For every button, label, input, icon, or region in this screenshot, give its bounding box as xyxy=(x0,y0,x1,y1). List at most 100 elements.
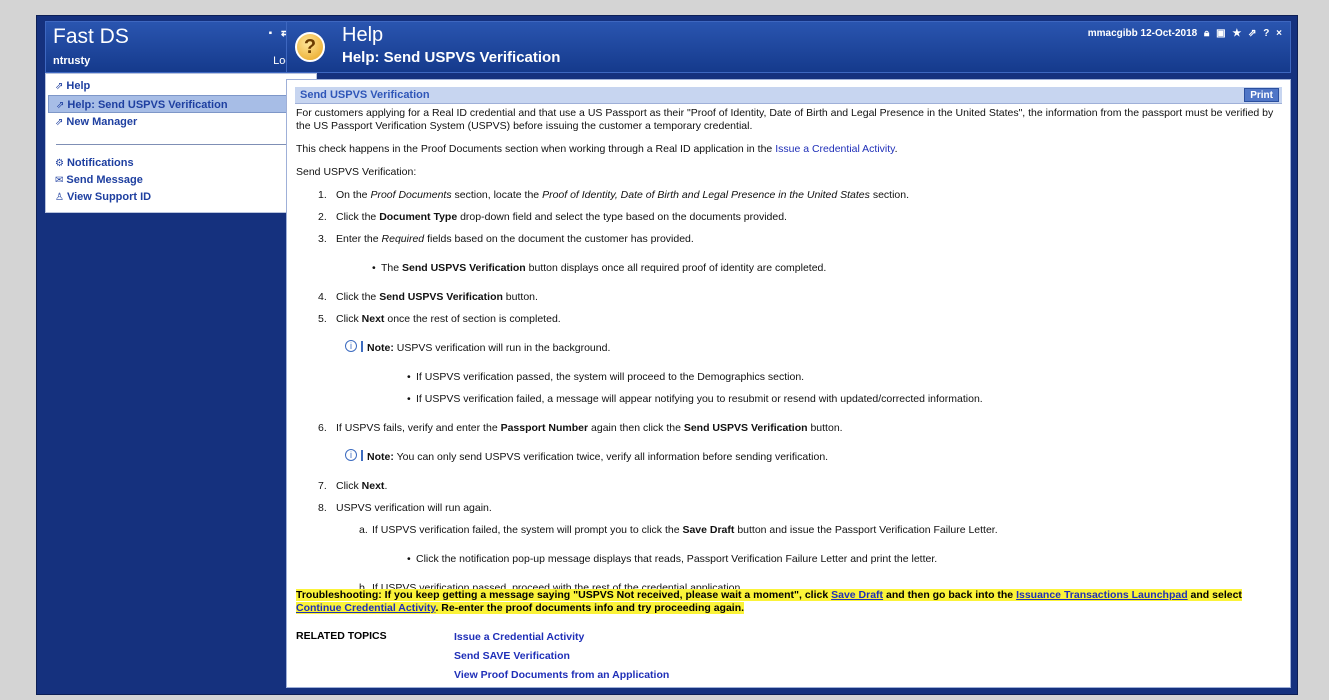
section-title: Send USPVS Verification xyxy=(300,89,430,101)
text: If USPVS fails, verify and enter the xyxy=(336,422,501,434)
step-1: 1. On the Proof Documents section, locate… xyxy=(318,189,910,201)
check-paragraph: This check happens in the Proof Document… xyxy=(296,143,1278,156)
text: button. xyxy=(807,422,843,434)
user-icon: ♙ xyxy=(55,192,64,203)
text: Save Draft xyxy=(682,524,735,536)
procedure-heading: Send USPVS Verification: xyxy=(296,166,417,178)
notifications-icon: ⚙ xyxy=(55,158,64,169)
text: Proof Documents xyxy=(370,189,452,201)
text: Document Type xyxy=(379,211,458,223)
note-1: i Note: USPVS verification will run in th… xyxy=(296,340,1278,355)
step-2: 2. Click the Document Type drop-down fiel… xyxy=(318,211,787,223)
text: section, locate the xyxy=(451,189,543,201)
step-5: 5. Click Next once the rest of section is… xyxy=(318,313,561,325)
bullet-notification: Click the notification pop-up message di… xyxy=(296,553,1278,566)
substep-a: a. If USPVS verification failed, the syst… xyxy=(359,524,998,536)
related-link-view-proof[interactable]: View Proof Documents from an Application xyxy=(454,669,669,681)
help-body: For customers applying for a Real ID cre… xyxy=(287,104,1290,595)
issue-credential-link[interactable]: Issue a Credential Activity xyxy=(775,143,894,155)
page-subtitle: Help: Send USPVS Verification xyxy=(342,49,561,66)
info-icon: i xyxy=(345,340,357,352)
text: USPVS verification will run in the backg… xyxy=(393,342,611,354)
step-7: 7. Click Next. xyxy=(318,480,388,492)
note-2: i Note: You can only send USPVS verificat… xyxy=(296,449,1278,464)
text: button and issue the Passport Verificati… xyxy=(734,524,998,536)
app-frame: Fast DS ▪ ⇄ × ntrusty Log Off ⇗Help × ⇗H… xyxy=(36,15,1298,695)
text: The xyxy=(381,262,403,274)
sidebar-item-send-message[interactable]: ✉ Send Message xyxy=(48,172,314,189)
text: . Re-enter the proof documents info and … xyxy=(435,602,745,614)
sidebar-item-label: View Support ID xyxy=(66,191,152,203)
help-question-icon: ? xyxy=(295,32,325,62)
username: ntrusty xyxy=(53,55,91,67)
text: Note: xyxy=(367,451,394,463)
text: Send USPVS Verification xyxy=(683,422,808,434)
sidebar-header: Fast DS ▪ ⇄ × ntrusty Log Off xyxy=(45,21,317,73)
sidebar-item-label: Notifications xyxy=(66,157,134,169)
text: again then click the xyxy=(588,422,684,434)
step-4: 4. Click the Send USPVS Verification butt… xyxy=(318,291,538,303)
text: Next xyxy=(361,480,385,492)
section-bar: Send USPVS Verification Print xyxy=(295,87,1282,104)
text: fields based on the document the custome… xyxy=(424,233,694,245)
help-icon[interactable]: ? xyxy=(1263,28,1269,39)
related-link-issue-credential[interactable]: Issue a Credential Activity xyxy=(454,631,584,643)
open-window-icon: ⇗ xyxy=(55,117,64,128)
open-window-icon: ⇗ xyxy=(55,81,64,92)
text: . xyxy=(384,480,388,492)
envelope-icon: ✉ xyxy=(55,175,64,186)
sidebar-item-view-support-id[interactable]: ♙ View Support ID xyxy=(48,189,314,206)
issuance-launchpad-link[interactable]: Issuance Transactions Launchpad xyxy=(1016,589,1188,601)
help-content: Send USPVS Verification Print For custom… xyxy=(286,79,1291,688)
header-toolbar: mmacgibb 12-Oct-2018 🔒︎ ▣ ★ ⇗ ? × xyxy=(1084,28,1282,39)
star-icon[interactable]: ★ xyxy=(1232,28,1241,39)
text: Next xyxy=(361,313,385,325)
sidebar-item-new-manager[interactable]: ⇗ New Manager xyxy=(48,113,314,131)
main-header: ? Help Help: Send USPVS Verification mma… xyxy=(286,21,1291,73)
text: USPVS verification will run again. xyxy=(336,502,492,514)
text: Send USPVS Verification xyxy=(402,262,526,274)
external-link-icon[interactable]: ⇗ xyxy=(1248,28,1256,39)
print-button[interactable]: Print xyxy=(1244,88,1279,102)
sidebar: Fast DS ▪ ⇄ × ntrusty Log Off ⇗Help × ⇗H… xyxy=(45,21,317,688)
text: and then go back into the xyxy=(883,589,1017,601)
close-icon[interactable]: × xyxy=(1276,28,1282,39)
text: button. xyxy=(502,291,538,303)
related-topics-label: RELATED TOPICS xyxy=(296,630,387,642)
text: If USPVS verification failed, the system… xyxy=(372,524,683,536)
text: button displays once all required proof … xyxy=(525,262,827,274)
intro-paragraph: For customers applying for a Real ID cre… xyxy=(296,107,1274,132)
text: Proof of Identity, Date of Birth and Leg… xyxy=(542,189,870,201)
page-title: Help xyxy=(342,24,384,46)
text: Click the xyxy=(336,211,380,223)
sidebar-item-help-send-uspvs[interactable]: ⇗Help: Send USPVS Verification × xyxy=(48,95,314,113)
image-icon[interactable]: ▣ xyxy=(1216,28,1225,39)
step-6: 6. If USPVS fails, verify and enter the P… xyxy=(318,422,843,434)
sidebar-item-notifications[interactable]: ⚙ Notifications xyxy=(48,155,314,172)
text: and select xyxy=(1187,589,1242,601)
sidebar-item-label: Help xyxy=(66,80,91,92)
divider xyxy=(56,144,306,145)
text: once the rest of section is completed. xyxy=(384,313,561,325)
lock-icon[interactable]: 🔒︎ xyxy=(1204,28,1209,39)
open-window-icon: ⇗ xyxy=(56,100,65,111)
text: Troubleshooting: If you keep getting a m… xyxy=(296,589,832,601)
sidebar-item-help[interactable]: ⇗Help × xyxy=(48,77,314,95)
text: Enter the xyxy=(336,233,382,245)
step-3: 3. Enter the Required fields based on the… xyxy=(318,233,694,245)
text: Click the xyxy=(336,291,380,303)
text: Click xyxy=(336,313,362,325)
save-draft-link[interactable]: Save Draft xyxy=(831,589,883,601)
continue-credential-link[interactable]: Continue Credential Activity xyxy=(296,602,435,614)
bullet-passed: If USPVS verification passed, the system… xyxy=(296,371,1278,384)
info-icon: i xyxy=(345,449,357,461)
step-8: 8. USPVS verification will run again. xyxy=(318,502,492,514)
sidebar-item-label: Help: Send USPVS Verification xyxy=(67,99,228,111)
sidebar-panel: ⇗Help × ⇗Help: Send USPVS Verification ×… xyxy=(45,73,317,213)
related-link-send-save[interactable]: Send SAVE Verification xyxy=(454,650,570,662)
text: section. xyxy=(869,189,910,201)
related-topics-list: Issue a Credential Activity Send SAVE Ve… xyxy=(454,628,669,685)
text: drop-down field and select the type base… xyxy=(457,211,787,223)
troubleshooting-highlight: Troubleshooting: If you keep getting a m… xyxy=(296,589,1242,614)
text: . xyxy=(894,143,898,155)
